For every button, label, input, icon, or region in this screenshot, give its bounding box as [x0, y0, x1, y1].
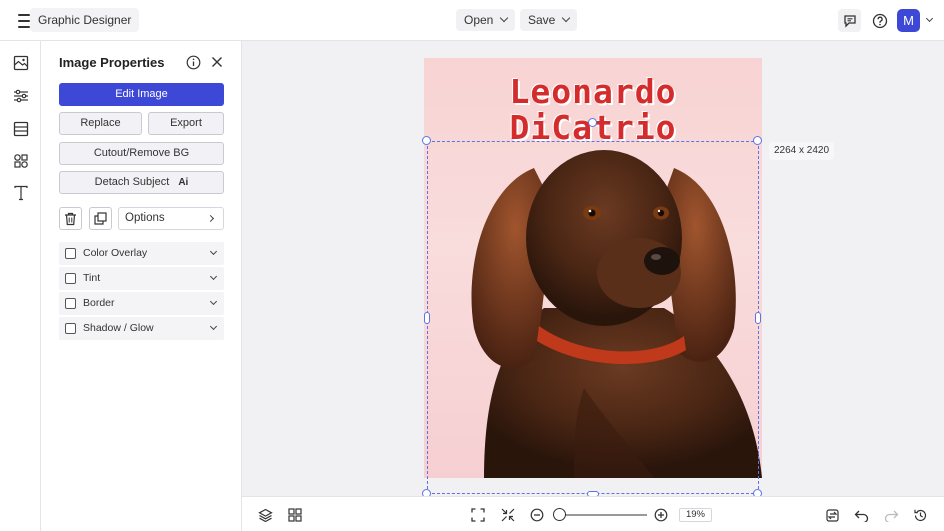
adjust-sliders-icon[interactable] — [10, 85, 32, 107]
zoom-slider-knob[interactable] — [553, 508, 566, 521]
bottom-bar: 19% — [242, 496, 944, 531]
border-checkbox[interactable] — [65, 298, 76, 309]
resize-handle-top-right[interactable] — [753, 136, 762, 145]
shadow-glow-checkbox[interactable] — [65, 323, 76, 334]
chevron-right-icon — [206, 214, 215, 223]
options-button[interactable]: Options — [118, 207, 224, 230]
zoom-value-field[interactable]: 19% — [679, 508, 712, 522]
image-properties-panel: Image Properties Edit Image Replace Expo… — [41, 41, 242, 531]
color-overlay-row[interactable]: Color Overlay — [59, 242, 224, 265]
replace-button[interactable]: Replace — [59, 112, 142, 135]
top-bar: Graphic Designer Open Save M — [0, 0, 944, 41]
chevron-down-icon — [500, 13, 509, 23]
delete-button[interactable] — [59, 207, 82, 230]
chevron-down-icon[interactable] — [209, 272, 218, 281]
design-canvas[interactable]: Leonardo DiCatrio 2264 x 2420 — [242, 41, 944, 498]
text-tool-icon[interactable] — [10, 182, 32, 204]
zoom-in-icon[interactable] — [650, 504, 672, 526]
edit-image-button[interactable]: Edit Image — [59, 83, 224, 106]
chevron-down-icon[interactable] — [209, 297, 218, 306]
help-icon[interactable] — [868, 9, 891, 32]
save-button[interactable]: Save — [520, 9, 578, 31]
panel-title: Image Properties — [59, 55, 165, 70]
selection-box[interactable] — [427, 141, 759, 494]
elements-icon[interactable] — [10, 150, 32, 172]
color-overlay-checkbox[interactable] — [65, 248, 76, 259]
tool-rail — [0, 41, 41, 531]
layers-icon[interactable] — [254, 504, 276, 526]
zoom-slider-track[interactable] — [561, 514, 647, 516]
tint-row[interactable]: Tint — [59, 267, 224, 290]
chevron-down-icon[interactable] — [209, 247, 218, 256]
resize-handle-left[interactable] — [424, 312, 430, 324]
zoom-out-icon[interactable] — [526, 504, 548, 526]
duplicate-icon — [94, 212, 107, 225]
fit-to-screen-icon[interactable] — [467, 504, 489, 526]
avatar[interactable]: M — [897, 9, 920, 32]
undo-icon[interactable] — [850, 504, 872, 526]
detach-subject-label: Detach Subject — [94, 176, 170, 188]
chevron-down-icon — [562, 13, 571, 23]
ai-badge: Ai — [178, 177, 189, 188]
resize-handle-top-left[interactable] — [422, 136, 431, 145]
detach-subject-button[interactable]: Detach Subject Ai — [59, 171, 224, 194]
border-row[interactable]: Border — [59, 292, 224, 315]
grid-icon[interactable] — [284, 504, 306, 526]
duplicate-button[interactable] — [89, 207, 112, 230]
cutout-remove-bg-button[interactable]: Cutout/Remove BG — [59, 142, 224, 165]
open-button[interactable]: Open — [456, 9, 516, 31]
border-label: Border — [83, 297, 115, 309]
dimensions-badge: 2264 x 2420 — [769, 142, 835, 160]
shadow-glow-label: Shadow / Glow — [83, 322, 154, 334]
comments-icon[interactable] — [838, 9, 861, 32]
history-icon[interactable] — [909, 504, 931, 526]
layout-icon[interactable] — [10, 118, 32, 140]
export-button[interactable]: Export — [148, 112, 224, 135]
rotate-handle[interactable] — [588, 118, 597, 127]
resize-handle-right[interactable] — [755, 312, 761, 324]
tint-checkbox[interactable] — [65, 273, 76, 284]
save-label: Save — [528, 13, 556, 27]
swap-icon[interactable] — [821, 504, 843, 526]
redo-icon[interactable] — [880, 504, 902, 526]
chevron-down-icon[interactable] — [209, 322, 218, 331]
tint-label: Tint — [83, 272, 101, 284]
color-overlay-label: Color Overlay — [83, 247, 148, 259]
info-icon[interactable] — [184, 53, 202, 71]
app-title[interactable]: Graphic Designer — [30, 8, 140, 32]
open-label: Open — [464, 13, 494, 27]
trash-icon — [65, 212, 76, 225]
close-icon[interactable] — [208, 53, 226, 71]
shadow-glow-row[interactable]: Shadow / Glow — [59, 317, 224, 340]
shrink-icon[interactable] — [497, 504, 519, 526]
image-tool-icon[interactable] — [10, 52, 32, 74]
account-chevron-icon[interactable] — [923, 14, 935, 26]
options-label: Options — [125, 212, 165, 224]
